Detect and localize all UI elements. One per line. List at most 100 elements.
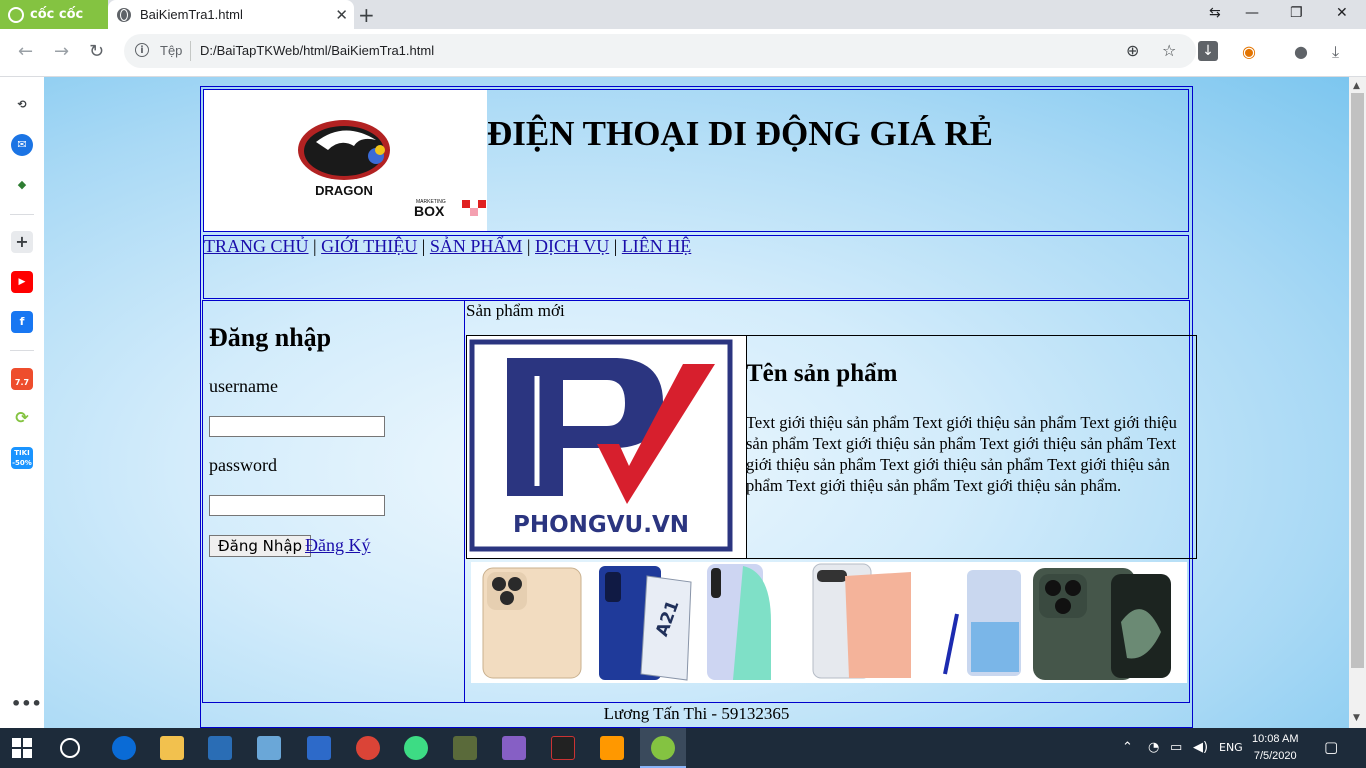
close-tab-icon[interactable]: ✕ bbox=[335, 6, 348, 24]
coccoc-taskbar-icon bbox=[651, 736, 675, 760]
restore-button[interactable]: ❐ bbox=[1290, 5, 1303, 21]
password-input[interactable] bbox=[209, 495, 385, 516]
menu-separator: | bbox=[526, 236, 531, 256]
menu-separator: | bbox=[613, 236, 618, 256]
menu-link-products[interactable]: SẢN PHẨM bbox=[430, 236, 523, 256]
divider bbox=[10, 350, 34, 351]
globe-icon bbox=[117, 7, 131, 22]
shopee-badge: 7.7 bbox=[14, 378, 30, 387]
page-scrollbar[interactable]: ▲ ▼ bbox=[1349, 77, 1366, 728]
more-icon[interactable]: ••• bbox=[11, 693, 42, 715]
coccoc-rewards-icon[interactable]: ⟳ bbox=[11, 407, 33, 429]
bookmark-star-icon[interactable]: ☆ bbox=[1162, 41, 1176, 60]
divider bbox=[190, 41, 191, 61]
scroll-down-icon[interactable]: ▼ bbox=[1353, 713, 1360, 723]
clock-time: 10:08 AM bbox=[1252, 733, 1299, 745]
coccoc-taskbar-button[interactable] bbox=[640, 728, 686, 768]
devcpp-icon[interactable] bbox=[307, 736, 331, 760]
search-icon[interactable] bbox=[60, 738, 80, 758]
tools-icon[interactable] bbox=[453, 736, 477, 760]
menu-links: TRANG CHỦ | GIỚI THIỆU | SẢN PHẨM | DỊCH… bbox=[204, 236, 691, 257]
battery-icon[interactable]: ▭ bbox=[1170, 740, 1182, 755]
extension-icon[interactable]: ◉ bbox=[1242, 42, 1256, 61]
dragon-logo: DRAGON MARKETING BOX bbox=[204, 90, 487, 231]
reload-button[interactable]: ↻ bbox=[89, 41, 104, 62]
messenger-icon[interactable]: ✉ bbox=[11, 134, 33, 156]
app-cube-icon[interactable] bbox=[257, 736, 281, 760]
menu-link-about[interactable]: GIỚI THIỆU bbox=[321, 236, 417, 256]
youtube-icon[interactable]: ▶ bbox=[11, 271, 33, 293]
shopee-icon[interactable]: 7.7 bbox=[11, 368, 33, 390]
menu-link-home[interactable]: TRANG CHỦ bbox=[204, 236, 309, 256]
tab-search-icon[interactable]: ⇆ bbox=[1209, 5, 1221, 21]
profile-icon[interactable]: ● bbox=[1294, 42, 1308, 61]
downloads-icon[interactable]: ⤓ bbox=[1332, 42, 1339, 62]
product-name: Tên sản phẩm bbox=[746, 360, 898, 387]
username-input[interactable] bbox=[209, 416, 385, 437]
download-page-icon[interactable]: ↓ bbox=[1198, 41, 1218, 61]
coccoc-logo-icon bbox=[8, 6, 24, 23]
menu-separator: | bbox=[421, 236, 426, 256]
clock[interactable]: 10:08 AM 7/5/2020 bbox=[1252, 731, 1298, 765]
add-shortcut-icon[interactable]: + bbox=[11, 231, 33, 253]
volume-icon[interactable]: ◀) bbox=[1193, 740, 1208, 755]
file-explorer-icon[interactable] bbox=[160, 736, 184, 760]
brand-label: cốc cốc bbox=[30, 7, 84, 22]
scrollbar-thumb[interactable] bbox=[1351, 93, 1364, 668]
forward-button[interactable]: → bbox=[54, 41, 69, 62]
browser-sidebar: ⟲ ✉ ◆ + ▶ f 7.7 ⟳ TIKI -50% ••• bbox=[0, 77, 45, 728]
login-panel: Đăng nhập username password Đăng Nhập Đă… bbox=[202, 300, 465, 703]
site-info-icon[interactable]: i bbox=[135, 43, 149, 57]
language-indicator[interactable]: ENG bbox=[1219, 741, 1243, 754]
menu-separator: | bbox=[313, 236, 317, 256]
menu-link-contact[interactable]: LIÊN HỆ bbox=[622, 236, 691, 256]
android-studio-icon[interactable] bbox=[404, 736, 428, 760]
login-button[interactable]: Đăng Nhập bbox=[209, 535, 312, 557]
coccoc-menu-button[interactable]: cốc cốc bbox=[0, 0, 108, 29]
phones-banner: A21 bbox=[471, 562, 1187, 683]
tiki-icon[interactable]: TIKI -50% bbox=[11, 447, 33, 469]
menu-link-services[interactable]: DỊCH VỤ bbox=[535, 236, 609, 256]
show-hidden-icons[interactable]: ⌃ bbox=[1122, 740, 1133, 755]
chrome-icon[interactable] bbox=[356, 736, 380, 760]
new-tab-button[interactable]: + bbox=[358, 3, 375, 27]
phongvu-text: PHONGVU.VN bbox=[513, 512, 689, 538]
network-icon[interactable]: ◔ bbox=[1148, 740, 1159, 755]
history-icon[interactable]: ⟲ bbox=[11, 94, 33, 116]
register-link[interactable]: Đăng Ký bbox=[305, 535, 371, 556]
page-footer: Lương Tấn Thi - 59132365 bbox=[603, 704, 790, 723]
close-window-button[interactable]: ✕ bbox=[1336, 5, 1348, 21]
facebook-icon[interactable]: f bbox=[11, 311, 33, 333]
url-text[interactable]: D:/BaiTapTKWeb/html/BaiKiemTra1.html bbox=[200, 43, 434, 58]
top-menu: TRANG CHỦ | GIỚI THIỆU | SẢN PHẨM | DỊCH… bbox=[203, 235, 1189, 299]
page-container: DRAGON MARKETING BOX ĐIỆN THOẠI DI ĐỘNG … bbox=[200, 86, 1197, 728]
phones-image: A21 bbox=[482, 563, 1171, 681]
browser-toolbar: ← → ↻ i Tệp D:/BaiTapTKWeb/html/BaiKiemT… bbox=[0, 29, 1366, 77]
logo-box-text: BOX bbox=[414, 203, 445, 219]
back-button[interactable]: ← bbox=[18, 41, 33, 62]
edge-icon[interactable] bbox=[112, 736, 136, 760]
product-description: Text giới thiệu sản phẩm Text giới thiệu… bbox=[746, 413, 1177, 495]
visual-studio-icon[interactable] bbox=[502, 736, 526, 760]
windows-start-icon[interactable] bbox=[12, 738, 32, 758]
minimize-button[interactable]: — bbox=[1245, 5, 1259, 21]
scroll-up-icon[interactable]: ▲ bbox=[1353, 81, 1360, 91]
section-title: Sản phẩm mới bbox=[466, 301, 565, 320]
garena-icon[interactable] bbox=[551, 736, 575, 760]
xampp-icon[interactable] bbox=[208, 736, 232, 760]
page-header: DRAGON MARKETING BOX ĐIỆN THOẠI DI ĐỘNG … bbox=[203, 89, 1189, 232]
products-panel: Sản phẩm mới PHONGVU.VN Tên sản phẩm Tex… bbox=[464, 300, 1197, 703]
login-heading: Đăng nhập bbox=[209, 323, 332, 352]
product-card: PHONGVU.VN Tên sản phẩm Text giới thiệu … bbox=[466, 335, 1197, 559]
product-image: PHONGVU.VN bbox=[467, 336, 747, 558]
game-icon[interactable]: ◆ bbox=[11, 174, 33, 196]
username-label: username bbox=[209, 376, 278, 396]
sublime-icon[interactable] bbox=[600, 736, 624, 760]
notification-icon[interactable]: ▢ bbox=[1324, 738, 1338, 756]
tab-title: BaiKiemTra1.html bbox=[140, 7, 243, 22]
address-bar[interactable]: i Tệp D:/BaiTapTKWeb/html/BaiKiemTra1.ht… bbox=[124, 34, 1218, 68]
divider bbox=[10, 214, 34, 215]
zoom-icon[interactable]: ⊕ bbox=[1126, 41, 1139, 60]
browser-tab[interactable]: BaiKiemTra1.html ✕ bbox=[108, 0, 354, 29]
password-label: password bbox=[209, 455, 277, 475]
